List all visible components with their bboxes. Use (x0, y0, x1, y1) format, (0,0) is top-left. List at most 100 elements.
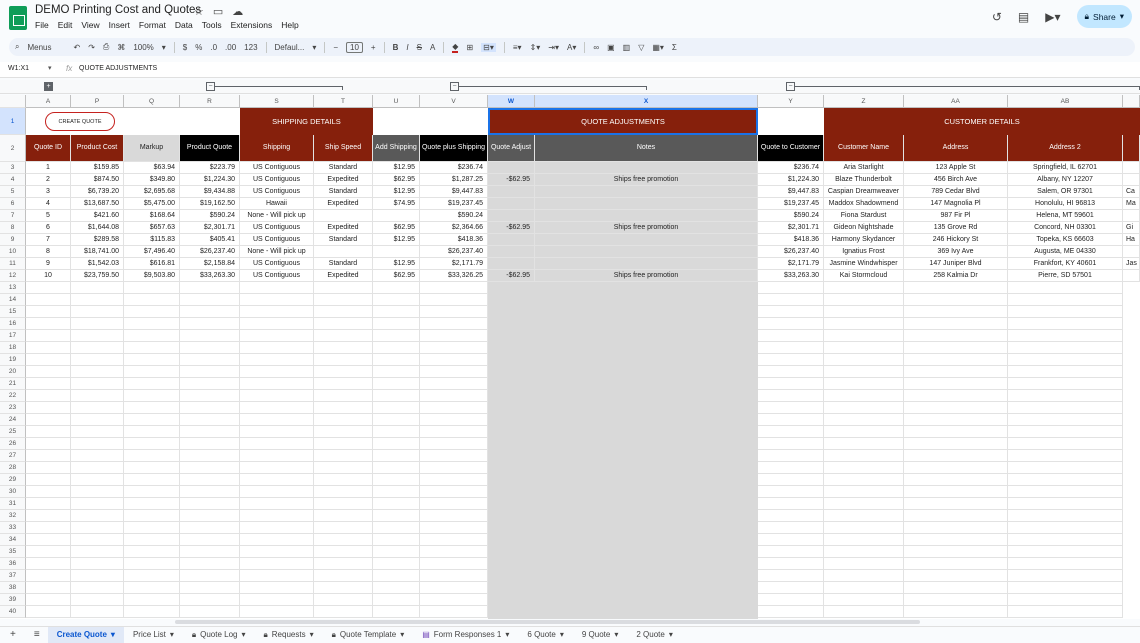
empty-cell[interactable] (373, 450, 420, 462)
table-cell[interactable]: $62.95 (373, 222, 420, 234)
empty-cell[interactable] (1008, 282, 1123, 294)
table-cell[interactable]: $62.95 (373, 270, 420, 282)
empty-cell[interactable] (904, 282, 1008, 294)
empty-cell[interactable] (1008, 294, 1123, 306)
empty-cell[interactable] (824, 474, 904, 486)
empty-cell[interactable] (180, 474, 240, 486)
table-cell[interactable]: $12.95 (373, 162, 420, 174)
table-cell[interactable] (488, 210, 535, 222)
all-sheets-icon[interactable]: ≡ (26, 629, 48, 640)
table-cell[interactable]: US Contiguous (240, 234, 314, 246)
empty-cell[interactable] (180, 390, 240, 402)
empty-cell[interactable] (124, 390, 180, 402)
column-header-q[interactable]: Q (124, 95, 180, 108)
empty-cell[interactable] (314, 510, 373, 522)
table-cell[interactable]: $33,326.25 (420, 270, 488, 282)
cloud-status-icon[interactable]: ☁ (232, 5, 243, 18)
empty-cell[interactable] (180, 522, 240, 534)
empty-cell[interactable] (180, 594, 240, 606)
empty-cell[interactable] (1008, 342, 1123, 354)
empty-cell[interactable] (71, 378, 124, 390)
table-cell[interactable]: 987 Fir Pl (904, 210, 1008, 222)
empty-cell[interactable] (26, 318, 71, 330)
empty-cell[interactable] (1008, 414, 1123, 426)
filter-views-icon[interactable]: ▦▾ (652, 43, 664, 52)
empty-cell[interactable] (180, 354, 240, 366)
row-header[interactable]: 25 (0, 426, 26, 438)
empty-cell[interactable] (180, 306, 240, 318)
add-sheet-icon[interactable]: + (0, 629, 26, 640)
empty-cell[interactable] (240, 582, 314, 594)
row-header[interactable]: 1 (0, 108, 26, 135)
table-cell[interactable]: Ships free promotion (535, 270, 758, 282)
italic-icon[interactable]: I (406, 43, 408, 52)
empty-cell[interactable] (758, 438, 824, 450)
row-header[interactable]: 36 (0, 558, 26, 570)
table-cell[interactable]: None - Will pick up (240, 246, 314, 258)
undo-icon[interactable]: ↶ (74, 43, 81, 52)
empty-cell[interactable] (180, 402, 240, 414)
table-cell[interactable]: Topeka, KS 66603 (1008, 234, 1123, 246)
table-cell[interactable]: US Contiguous (240, 174, 314, 186)
empty-cell[interactable] (824, 414, 904, 426)
empty-cell[interactable] (904, 510, 1008, 522)
empty-cell[interactable] (1008, 486, 1123, 498)
empty-cell[interactable] (824, 486, 904, 498)
column-header-u[interactable]: U (373, 95, 420, 108)
borders-icon[interactable]: ⊞ (466, 43, 473, 52)
empty-cell[interactable] (758, 306, 824, 318)
empty-cell[interactable] (314, 462, 373, 474)
empty-cell[interactable] (240, 498, 314, 510)
vertical-align-icon[interactable]: ⇕▾ (530, 43, 541, 52)
empty-cell[interactable] (180, 582, 240, 594)
empty-cell[interactable] (71, 498, 124, 510)
version-history-icon[interactable]: ↺ (992, 10, 1002, 24)
empty-cell[interactable] (71, 354, 124, 366)
empty-cell[interactable] (124, 534, 180, 546)
table-cell[interactable] (488, 198, 535, 210)
table-cell[interactable]: 6 (26, 222, 71, 234)
column-header-z[interactable]: Z (824, 95, 904, 108)
document-title[interactable]: DEMO Printing Cost and Quotes (35, 4, 201, 16)
table-cell[interactable]: $405.41 (180, 234, 240, 246)
empty-cell[interactable] (904, 570, 1008, 582)
column-header-ab[interactable]: AB (1008, 95, 1123, 108)
empty-cell[interactable] (420, 330, 488, 342)
empty-cell[interactable] (758, 498, 824, 510)
empty-cell[interactable] (758, 606, 824, 618)
empty-cell[interactable] (1008, 330, 1123, 342)
table-cell[interactable] (314, 246, 373, 258)
empty-cell[interactable] (758, 486, 824, 498)
table-cell[interactable]: $12.95 (373, 258, 420, 270)
menu-help[interactable]: Help (281, 20, 298, 30)
column-header-x[interactable]: X (535, 95, 758, 108)
table-cell[interactable] (314, 210, 373, 222)
row-header[interactable]: 35 (0, 546, 26, 558)
empty-cell[interactable] (904, 330, 1008, 342)
empty-cell[interactable] (180, 558, 240, 570)
empty-cell[interactable] (180, 450, 240, 462)
row-header[interactable]: 16 (0, 318, 26, 330)
empty-cell[interactable] (240, 282, 314, 294)
empty-cell[interactable] (904, 426, 1008, 438)
empty-cell[interactable] (824, 606, 904, 618)
empty-cell[interactable] (240, 318, 314, 330)
table-cell[interactable]: $1,542.03 (71, 258, 124, 270)
table-cell[interactable]: Blaze Thunderbolt (824, 174, 904, 186)
table-cell-partial[interactable]: Ma (1123, 198, 1140, 210)
share-dropdown-icon[interactable]: ▾ (1120, 11, 1124, 22)
column-header-t[interactable]: T (314, 95, 373, 108)
table-cell[interactable]: 246 Hickory St (904, 234, 1008, 246)
empty-cell[interactable] (420, 462, 488, 474)
table-cell[interactable]: 1 (26, 162, 71, 174)
empty-cell[interactable] (26, 510, 71, 522)
empty-cell[interactable] (1008, 558, 1123, 570)
sheet-tab[interactable]: 9 Quote ▾ (573, 627, 627, 643)
empty-cell[interactable] (904, 402, 1008, 414)
empty-cell[interactable] (240, 366, 314, 378)
empty-cell[interactable] (373, 282, 420, 294)
empty-cell[interactable] (26, 534, 71, 546)
empty-cell[interactable] (420, 318, 488, 330)
empty-cell[interactable] (124, 402, 180, 414)
empty-cell[interactable] (314, 282, 373, 294)
